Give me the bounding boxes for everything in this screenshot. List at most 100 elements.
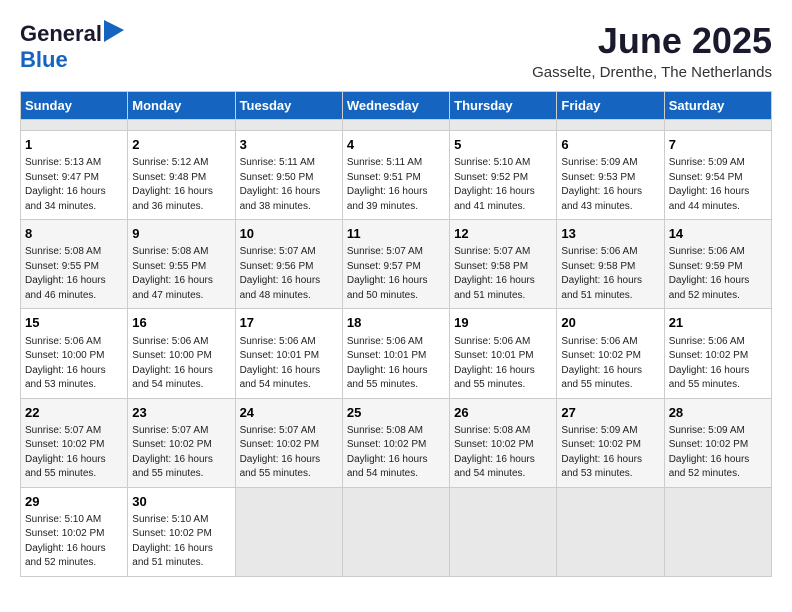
day-number: 19 xyxy=(454,314,552,332)
calendar-cell: 15Sunrise: 5:06 AM Sunset: 10:00 PM Dayl… xyxy=(21,309,128,398)
day-info: Sunrise: 5:06 AM Sunset: 9:59 PM Dayligh… xyxy=(669,245,767,303)
day-info: Sunrise: 5:06 AM Sunset: 10:00 PM Daylig… xyxy=(25,335,123,393)
calendar-cell: 10Sunrise: 5:07 AM Sunset: 9:56 PM Dayli… xyxy=(235,220,342,309)
day-info: Sunrise: 5:06 AM Sunset: 9:58 PM Dayligh… xyxy=(561,245,659,303)
day-info: Sunrise: 5:07 AM Sunset: 10:02 PM Daylig… xyxy=(25,424,123,482)
day-info: Sunrise: 5:08 AM Sunset: 9:55 PM Dayligh… xyxy=(25,245,123,303)
header-cell-tuesday: Tuesday xyxy=(235,92,342,120)
title-section: June 2025 Gasselte, Drenthe, The Netherl… xyxy=(532,20,772,81)
day-info: Sunrise: 5:10 AM Sunset: 10:02 PM Daylig… xyxy=(25,513,123,571)
calendar-cell: 2 Sunrise: 5:12 AM Sunset: 9:48 PM Daylig… xyxy=(128,131,235,220)
calendar-cell xyxy=(557,487,664,576)
day-number: 23 xyxy=(132,404,230,422)
day-number: 3 xyxy=(240,136,338,154)
calendar-cell: 3 Sunrise: 5:11 AM Sunset: 9:50 PM Daylig… xyxy=(235,131,342,220)
day-info: Sunrise: 5:06 AM Sunset: 10:02 PM Daylig… xyxy=(669,335,767,393)
logo: General Blue xyxy=(20,20,124,73)
day-number: 1 xyxy=(25,136,123,154)
calendar-cell: 23 Sunrise: 5:07 AM Sunset: 10:02 PM Dayl… xyxy=(128,398,235,487)
calendar-cell: 18 Sunrise: 5:06 AM Sunset: 10:01 PM Dayl… xyxy=(342,309,449,398)
calendar-cell: 27 Sunrise: 5:09 AM Sunset: 10:02 PM Dayl… xyxy=(557,398,664,487)
day-info: Sunrise: 5:11 AM Sunset: 9:50 PM Dayligh… xyxy=(240,156,338,214)
calendar-cell: 20Sunrise: 5:06 AM Sunset: 10:02 PM Dayl… xyxy=(557,309,664,398)
day-info: Sunrise: 5:07 AM Sunset: 10:02 PM Daylig… xyxy=(132,424,230,482)
day-number: 25 xyxy=(347,404,445,422)
day-info: Sunrise: 5:06 AM Sunset: 10:00 PM Daylig… xyxy=(132,335,230,393)
day-number: 26 xyxy=(454,404,552,422)
calendar-cell: 6 Sunrise: 5:09 AM Sunset: 9:53 PM Daylig… xyxy=(557,131,664,220)
calendar-week-row: 29 Sunrise: 5:10 AM Sunset: 10:02 PM Dayl… xyxy=(21,487,772,576)
calendar-cell: 7Sunrise: 5:09 AM Sunset: 9:54 PM Daylig… xyxy=(664,131,771,220)
day-info: Sunrise: 5:06 AM Sunset: 10:01 PM Daylig… xyxy=(240,335,338,393)
calendar-cell: 19 Sunrise: 5:06 AM Sunset: 10:01 PM Dayl… xyxy=(450,309,557,398)
header-cell-friday: Friday xyxy=(557,92,664,120)
calendar-cell xyxy=(342,120,449,131)
day-info: Sunrise: 5:06 AM Sunset: 10:02 PM Daylig… xyxy=(561,335,659,393)
day-number: 27 xyxy=(561,404,659,422)
day-info: Sunrise: 5:07 AM Sunset: 10:02 PM Daylig… xyxy=(240,424,338,482)
header-cell-sunday: Sunday xyxy=(21,92,128,120)
day-info: Sunrise: 5:09 AM Sunset: 10:02 PM Daylig… xyxy=(669,424,767,482)
calendar-week-row xyxy=(21,120,772,131)
day-number: 8 xyxy=(25,225,123,243)
calendar-cell: 11Sunrise: 5:07 AM Sunset: 9:57 PM Dayli… xyxy=(342,220,449,309)
calendar-cell: 13Sunrise: 5:06 AM Sunset: 9:58 PM Dayli… xyxy=(557,220,664,309)
calendar-subtitle: Gasselte, Drenthe, The Netherlands xyxy=(532,64,772,81)
day-info: Sunrise: 5:08 AM Sunset: 10:02 PM Daylig… xyxy=(347,424,445,482)
day-info: Sunrise: 5:09 AM Sunset: 9:54 PM Dayligh… xyxy=(669,156,767,214)
calendar-cell: 28 Sunrise: 5:09 AM Sunset: 10:02 PM Dayl… xyxy=(664,398,771,487)
header-cell-saturday: Saturday xyxy=(664,92,771,120)
logo-text-blue: Blue xyxy=(20,47,68,72)
day-number: 17 xyxy=(240,314,338,332)
calendar-cell xyxy=(128,120,235,131)
calendar-cell xyxy=(21,120,128,131)
day-number: 2 xyxy=(132,136,230,154)
calendar-week-row: 15Sunrise: 5:06 AM Sunset: 10:00 PM Dayl… xyxy=(21,309,772,398)
day-number: 6 xyxy=(561,136,659,154)
day-info: Sunrise: 5:07 AM Sunset: 9:57 PM Dayligh… xyxy=(347,245,445,303)
day-info: Sunrise: 5:06 AM Sunset: 10:01 PM Daylig… xyxy=(347,335,445,393)
day-info: Sunrise: 5:07 AM Sunset: 9:56 PM Dayligh… xyxy=(240,245,338,303)
calendar-cell xyxy=(235,487,342,576)
day-number: 22 xyxy=(25,404,123,422)
calendar-cell: 8 Sunrise: 5:08 AM Sunset: 9:55 PM Daylig… xyxy=(21,220,128,309)
day-info: Sunrise: 5:13 AM Sunset: 9:47 PM Dayligh… xyxy=(25,156,123,214)
calendar-cell xyxy=(450,487,557,576)
calendar-week-row: 1 Sunrise: 5:13 AM Sunset: 9:47 PM Daylig… xyxy=(21,131,772,220)
day-info: Sunrise: 5:09 AM Sunset: 10:02 PM Daylig… xyxy=(561,424,659,482)
day-info: Sunrise: 5:09 AM Sunset: 9:53 PM Dayligh… xyxy=(561,156,659,214)
logo-text-general: General xyxy=(20,23,102,45)
day-info: Sunrise: 5:10 AM Sunset: 9:52 PM Dayligh… xyxy=(454,156,552,214)
calendar-cell: 29 Sunrise: 5:10 AM Sunset: 10:02 PM Dayl… xyxy=(21,487,128,576)
day-info: Sunrise: 5:10 AM Sunset: 10:02 PM Daylig… xyxy=(132,513,230,571)
day-number: 18 xyxy=(347,314,445,332)
calendar-cell: 14 Sunrise: 5:06 AM Sunset: 9:59 PM Dayli… xyxy=(664,220,771,309)
calendar-cell: 16Sunrise: 5:06 AM Sunset: 10:00 PM Dayl… xyxy=(128,309,235,398)
day-number: 28 xyxy=(669,404,767,422)
calendar-cell xyxy=(235,120,342,131)
calendar-cell xyxy=(342,487,449,576)
day-number: 4 xyxy=(347,136,445,154)
day-info: Sunrise: 5:06 AM Sunset: 10:01 PM Daylig… xyxy=(454,335,552,393)
day-number: 14 xyxy=(669,225,767,243)
day-number: 9 xyxy=(132,225,230,243)
day-number: 29 xyxy=(25,493,123,511)
day-number: 21 xyxy=(669,314,767,332)
calendar-cell: 17 Sunrise: 5:06 AM Sunset: 10:01 PM Dayl… xyxy=(235,309,342,398)
calendar-cell xyxy=(557,120,664,131)
calendar-cell: 9 Sunrise: 5:08 AM Sunset: 9:55 PM Daylig… xyxy=(128,220,235,309)
calendar-cell: 1 Sunrise: 5:13 AM Sunset: 9:47 PM Daylig… xyxy=(21,131,128,220)
page-header: General Blue June 2025 Gasselte, Drenthe… xyxy=(20,20,772,81)
day-number: 12 xyxy=(454,225,552,243)
calendar-cell xyxy=(450,120,557,131)
day-info: Sunrise: 5:08 AM Sunset: 9:55 PM Dayligh… xyxy=(132,245,230,303)
calendar-cell: 21 Sunrise: 5:06 AM Sunset: 10:02 PM Dayl… xyxy=(664,309,771,398)
calendar-cell: 4 Sunrise: 5:11 AM Sunset: 9:51 PM Daylig… xyxy=(342,131,449,220)
calendar-cell: 5Sunrise: 5:10 AM Sunset: 9:52 PM Daylig… xyxy=(450,131,557,220)
day-info: Sunrise: 5:07 AM Sunset: 9:58 PM Dayligh… xyxy=(454,245,552,303)
logo-arrow-icon xyxy=(104,20,124,42)
day-info: Sunrise: 5:11 AM Sunset: 9:51 PM Dayligh… xyxy=(347,156,445,214)
day-info: Sunrise: 5:12 AM Sunset: 9:48 PM Dayligh… xyxy=(132,156,230,214)
calendar-week-row: 22 Sunrise: 5:07 AM Sunset: 10:02 PM Dayl… xyxy=(21,398,772,487)
calendar-week-row: 8 Sunrise: 5:08 AM Sunset: 9:55 PM Daylig… xyxy=(21,220,772,309)
